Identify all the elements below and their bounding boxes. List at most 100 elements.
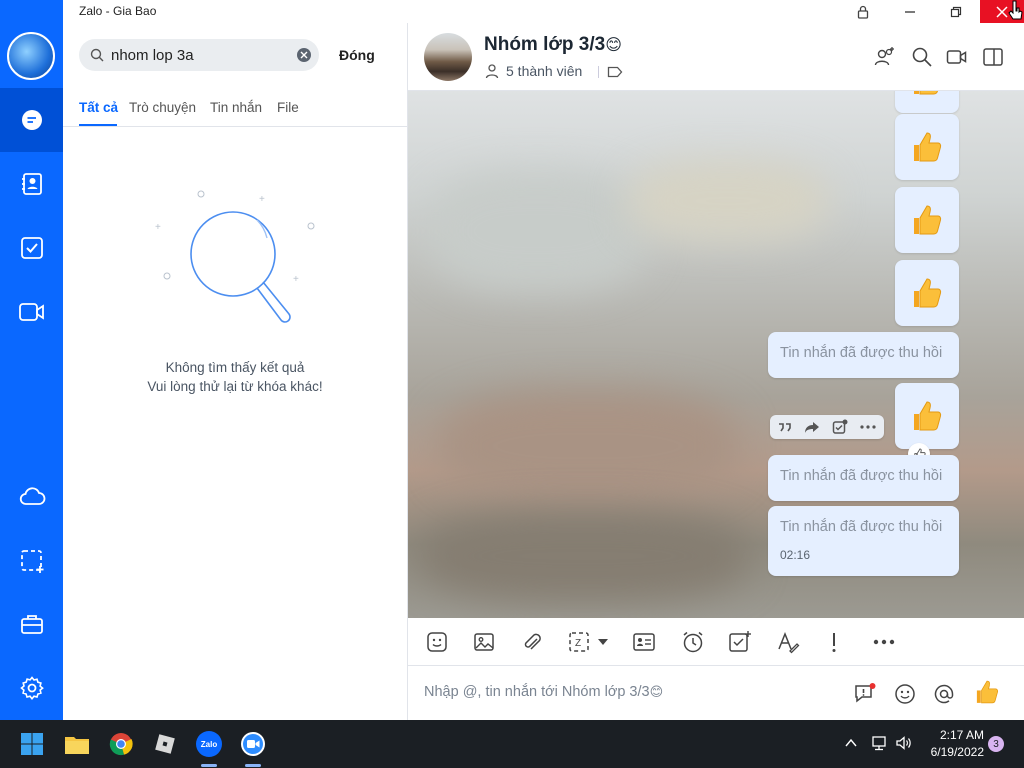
- todo-icon: [20, 237, 43, 259]
- message-time: 02:16: [780, 548, 811, 562]
- chevron-up-icon[interactable]: [845, 738, 857, 748]
- search-panel: nhom lop 3a Đóng Tất cả Trò chuyện Tin n…: [63, 23, 408, 720]
- thumbs-up-icon: [914, 401, 942, 431]
- empty-result-title: Không tìm thấy kết quả: [165, 360, 305, 375]
- assign-task-icon[interactable]: [728, 630, 752, 654]
- recalled-message-last[interactable]: Tin nhắn đã được thu hồi 02:16: [768, 506, 959, 576]
- taskbar: Zalo 2:17 AM 6/19/2022 3: [0, 720, 1024, 768]
- taskbar-zalo[interactable]: Zalo: [193, 728, 225, 760]
- zoom-running-indicator: [245, 764, 261, 767]
- nav-chat[interactable]: [0, 88, 63, 152]
- reminder-icon[interactable]: [681, 630, 705, 654]
- recalled-message-text: Tin nhắn đã được thu hồi: [780, 519, 943, 535]
- taskbar-file-explorer[interactable]: [61, 728, 93, 760]
- header-separator: [598, 66, 599, 78]
- member-count[interactable]: 5 thành viên: [506, 63, 582, 79]
- more-icon[interactable]: [860, 425, 876, 429]
- svg-text:+: +: [293, 274, 299, 285]
- screenshot-capture-icon[interactable]: Z: [568, 631, 592, 653]
- chat-icon: [21, 110, 42, 130]
- recalled-message-text: Tin nhắn đã được thu hồi: [780, 345, 943, 361]
- nav-screenshot[interactable]: [0, 529, 63, 593]
- empty-result-hint: Vui lòng thử lại từ khóa khác!: [147, 379, 323, 394]
- thumb-message[interactable]: [895, 260, 959, 326]
- tag-icon[interactable]: [607, 66, 623, 78]
- chevron-down-icon[interactable]: [597, 638, 609, 646]
- nav-video[interactable]: [0, 280, 63, 344]
- zalo-app-icon: Zalo: [196, 731, 222, 757]
- nav-todo[interactable]: [0, 216, 63, 280]
- toolbox-icon: [20, 615, 43, 634]
- message-input[interactable]: Nhập @, tin nhắn tới Nhóm lớp 3/3😊: [424, 684, 663, 700]
- chat-title[interactable]: Nhóm lớp 3/3😊: [484, 34, 622, 56]
- thumb-message-hovered[interactable]: [895, 383, 959, 449]
- placeholder-emoji: 😊: [649, 684, 664, 699]
- thumb-message[interactable]: [895, 187, 959, 253]
- thumb-message[interactable]: [895, 114, 959, 180]
- tab-files[interactable]: File: [277, 100, 299, 115]
- clock-time[interactable]: 2:17 AM: [926, 728, 984, 742]
- recalled-message[interactable]: Tin nhắn đã được thu hồi: [768, 455, 959, 501]
- sticker-icon[interactable]: [426, 631, 448, 653]
- quick-message-icon[interactable]: [853, 682, 877, 706]
- composer-toolbar: Z: [408, 618, 1024, 666]
- start-button[interactable]: [16, 728, 48, 760]
- nav-settings[interactable]: [0, 656, 63, 720]
- mention-icon[interactable]: [932, 682, 956, 706]
- attachment-icon[interactable]: [521, 631, 543, 653]
- important-icon[interactable]: [828, 630, 840, 654]
- chat-header: Nhóm lớp 3/3😊 5 thành viên: [408, 23, 1024, 91]
- taskbar-roblox[interactable]: [149, 728, 181, 760]
- forward-icon[interactable]: [804, 420, 820, 434]
- restore-button[interactable]: [933, 0, 979, 23]
- video-call-icon[interactable]: [946, 46, 968, 68]
- clear-icon: [300, 51, 308, 59]
- contacts-icon: [21, 173, 42, 195]
- svg-text:+: +: [155, 222, 161, 233]
- recalled-message[interactable]: Tin nhắn đã được thu hồi: [768, 332, 959, 378]
- folder-icon: [65, 737, 89, 754]
- task-icon[interactable]: [832, 419, 848, 435]
- toggle-sidebar-icon[interactable]: [982, 46, 1004, 68]
- contact-card-icon[interactable]: [632, 631, 656, 653]
- restore-icon: [950, 6, 962, 17]
- nav-toolbox[interactable]: [0, 592, 63, 656]
- taskbar-chrome[interactable]: [105, 728, 137, 760]
- lock-icon: [857, 5, 869, 19]
- minimize-button[interactable]: [887, 0, 933, 23]
- search-chat-icon[interactable]: [911, 46, 933, 68]
- zalo-running-indicator: [201, 764, 217, 767]
- left-nav: [0, 0, 63, 720]
- taskbar-zoom[interactable]: [237, 728, 269, 760]
- nav-cloud[interactable]: [0, 465, 63, 529]
- thumb-message-partial[interactable]: [895, 91, 959, 113]
- thumbs-up-icon: [914, 278, 942, 308]
- clock-date[interactable]: 6/19/2022: [920, 745, 984, 759]
- volume-icon[interactable]: [895, 735, 913, 751]
- cloud-icon: [19, 487, 45, 505]
- network-icon[interactable]: [871, 735, 889, 751]
- avatar[interactable]: [7, 32, 55, 80]
- clear-search-button[interactable]: [297, 48, 311, 62]
- search-input[interactable]: nhom lop 3a: [79, 39, 319, 71]
- nav-contacts[interactable]: [0, 152, 63, 216]
- window-title: Zalo - Gia Bao: [79, 4, 157, 18]
- message-input-placeholder: Nhập @, tin nhắn tới Nhóm lớp 3/3: [424, 684, 650, 700]
- thumbs-up-icon: [914, 91, 939, 95]
- image-icon[interactable]: [473, 631, 495, 653]
- send-like-icon[interactable]: [973, 678, 1001, 706]
- zoom-icon: [241, 732, 265, 756]
- tab-messages[interactable]: Tin nhắn: [210, 100, 262, 115]
- close-search-button[interactable]: Đóng: [339, 47, 375, 63]
- tab-conversations[interactable]: Trò chuyện: [129, 100, 196, 115]
- emoji-icon[interactable]: [893, 682, 917, 706]
- add-member-icon[interactable]: [874, 46, 896, 68]
- bg-blur-3: [438, 391, 738, 501]
- tab-all[interactable]: Tất cả: [79, 100, 118, 115]
- notification-badge[interactable]: 3: [988, 736, 1004, 752]
- more-options-icon[interactable]: [873, 639, 895, 645]
- text-format-icon[interactable]: [776, 630, 800, 654]
- quote-icon[interactable]: [778, 420, 792, 434]
- lock-button[interactable]: [840, 0, 886, 23]
- group-avatar[interactable]: [424, 33, 472, 81]
